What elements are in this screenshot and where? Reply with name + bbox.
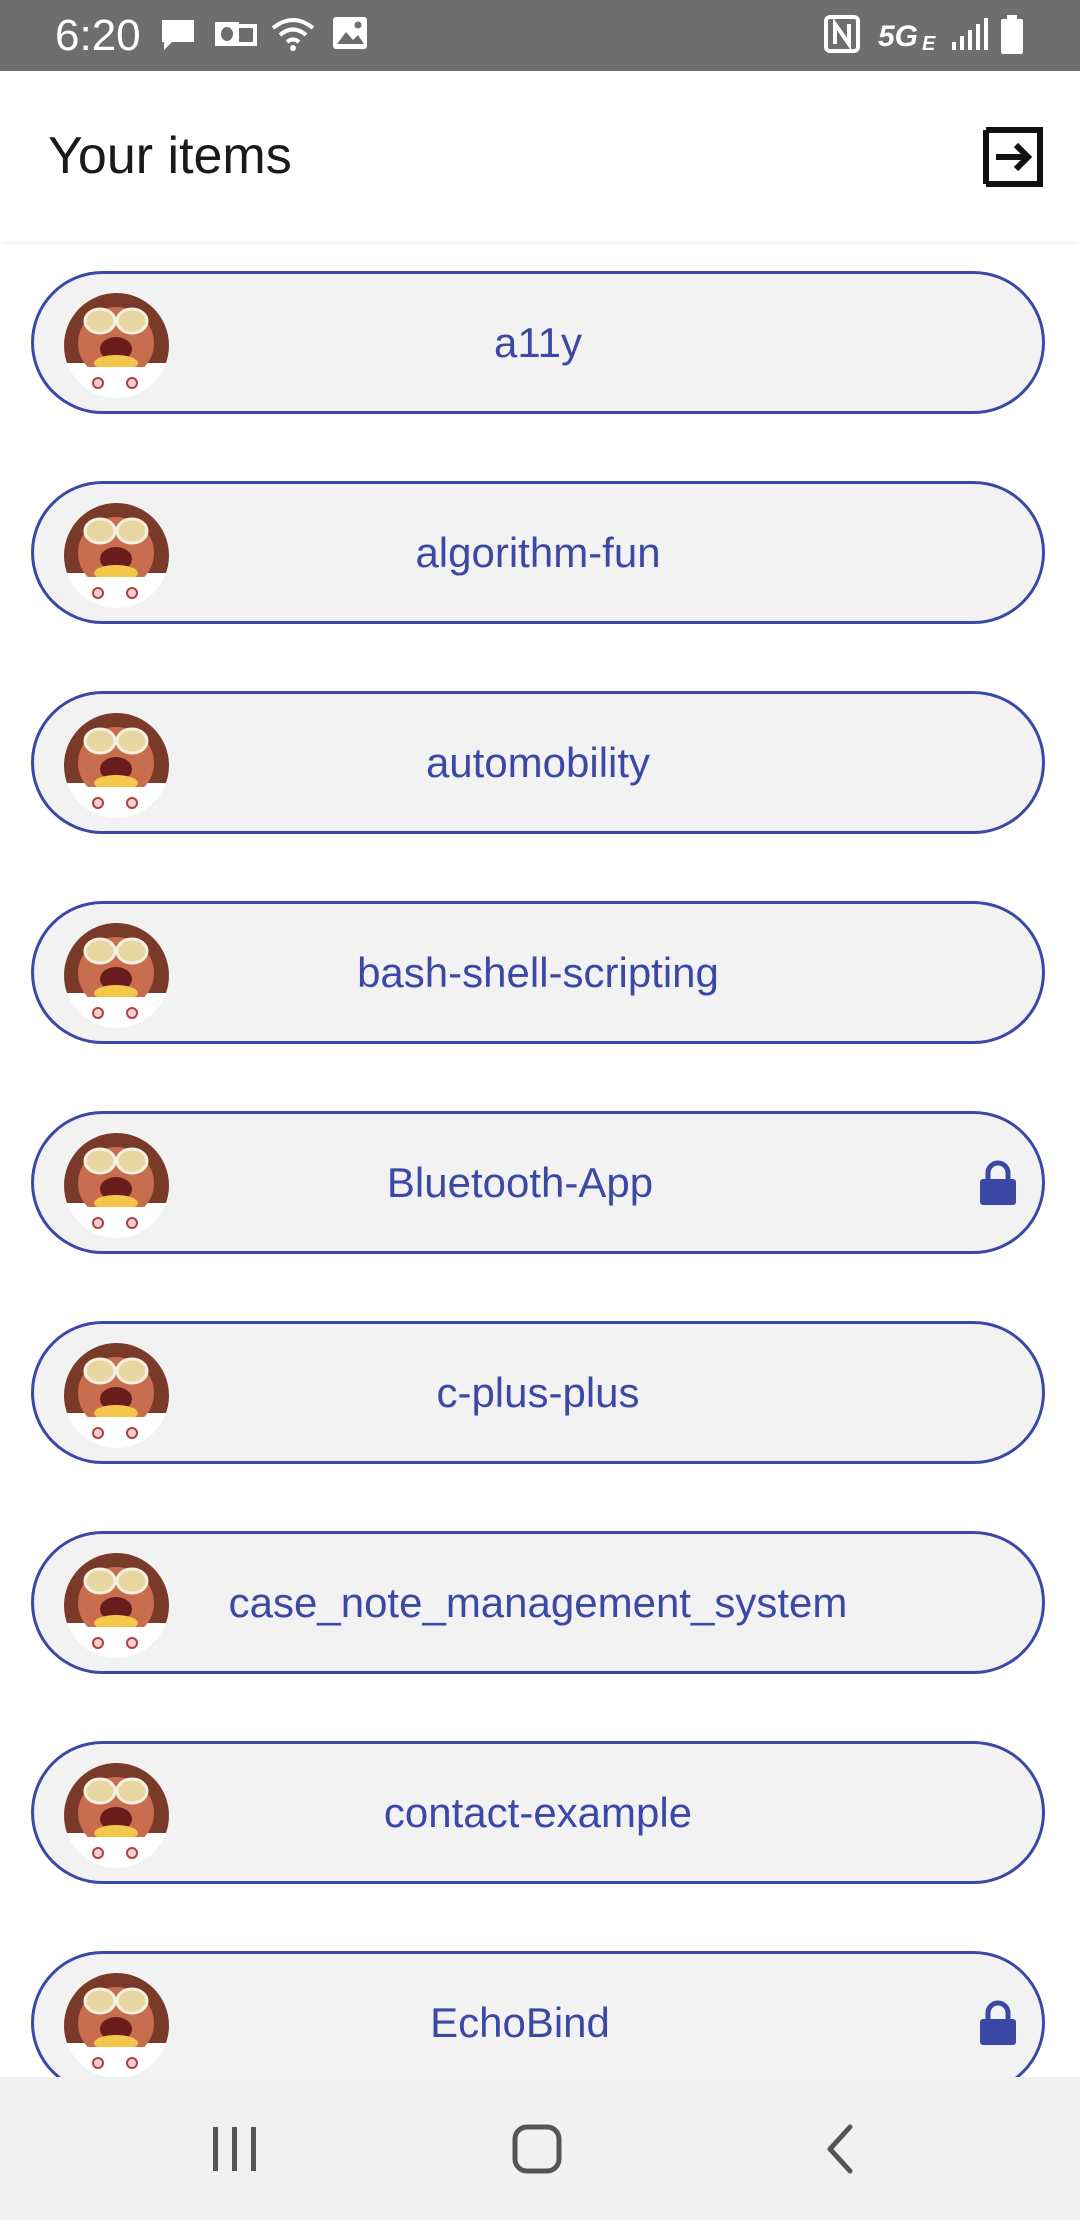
items-list[interactable]: a11y algorithm-fun automobility bash-shell-… (0, 241, 1080, 2077)
battery-icon (1001, 15, 1023, 54)
svg-text:E: E (922, 33, 936, 54)
list-item[interactable]: contact-example (31, 1741, 1045, 1884)
outlook-icon (215, 22, 257, 46)
list-item-label: automobility (425, 739, 651, 786)
recent-apps-icon[interactable] (193, 2107, 277, 2191)
image-icon (333, 17, 367, 49)
status-bar: 6:20 5G E (0, 0, 1080, 71)
page-title: Your items (48, 127, 292, 185)
list-item[interactable]: EchoBind (31, 1951, 1045, 2077)
list-item-label: contact-example (383, 1789, 693, 1836)
logout-icon[interactable] (980, 124, 1046, 190)
lock-icon (980, 1160, 1016, 1205)
5g-icon: 5G E (878, 20, 936, 54)
list-item-label: bash-shell-scripting (357, 949, 719, 996)
list-item[interactable]: Bluetooth-App (31, 1111, 1045, 1254)
back-icon[interactable] (800, 2107, 884, 2191)
list-item-label: case_note_management_system (228, 1579, 848, 1626)
list-item[interactable]: a11y (31, 271, 1045, 414)
message-icon (162, 20, 194, 50)
list-item-label: Bluetooth-App (386, 1159, 654, 1206)
lock-icon (980, 2000, 1016, 2045)
list-item[interactable]: algorithm-fun (31, 481, 1045, 624)
list-item-label: algorithm-fun (415, 529, 661, 576)
wifi-icon (271, 18, 315, 51)
navigation-bar (0, 2077, 1080, 2220)
status-time: 6:20 (55, 11, 141, 60)
svg-text:5G: 5G (878, 20, 918, 53)
list-item-label: a11y (494, 319, 582, 366)
list-item[interactable]: c-plus-plus (31, 1321, 1045, 1464)
list-item-label: EchoBind (430, 1999, 610, 2046)
list-item-label: c-plus-plus (436, 1369, 640, 1416)
app-bar: Your items (0, 71, 1080, 241)
signal-icon (952, 18, 988, 50)
list-item[interactable]: case_note_management_system (31, 1531, 1045, 1674)
home-icon[interactable] (495, 2107, 579, 2191)
list-item[interactable]: automobility (31, 691, 1045, 834)
list-item[interactable]: bash-shell-scripting (31, 901, 1045, 1044)
nfc-icon (824, 15, 860, 53)
